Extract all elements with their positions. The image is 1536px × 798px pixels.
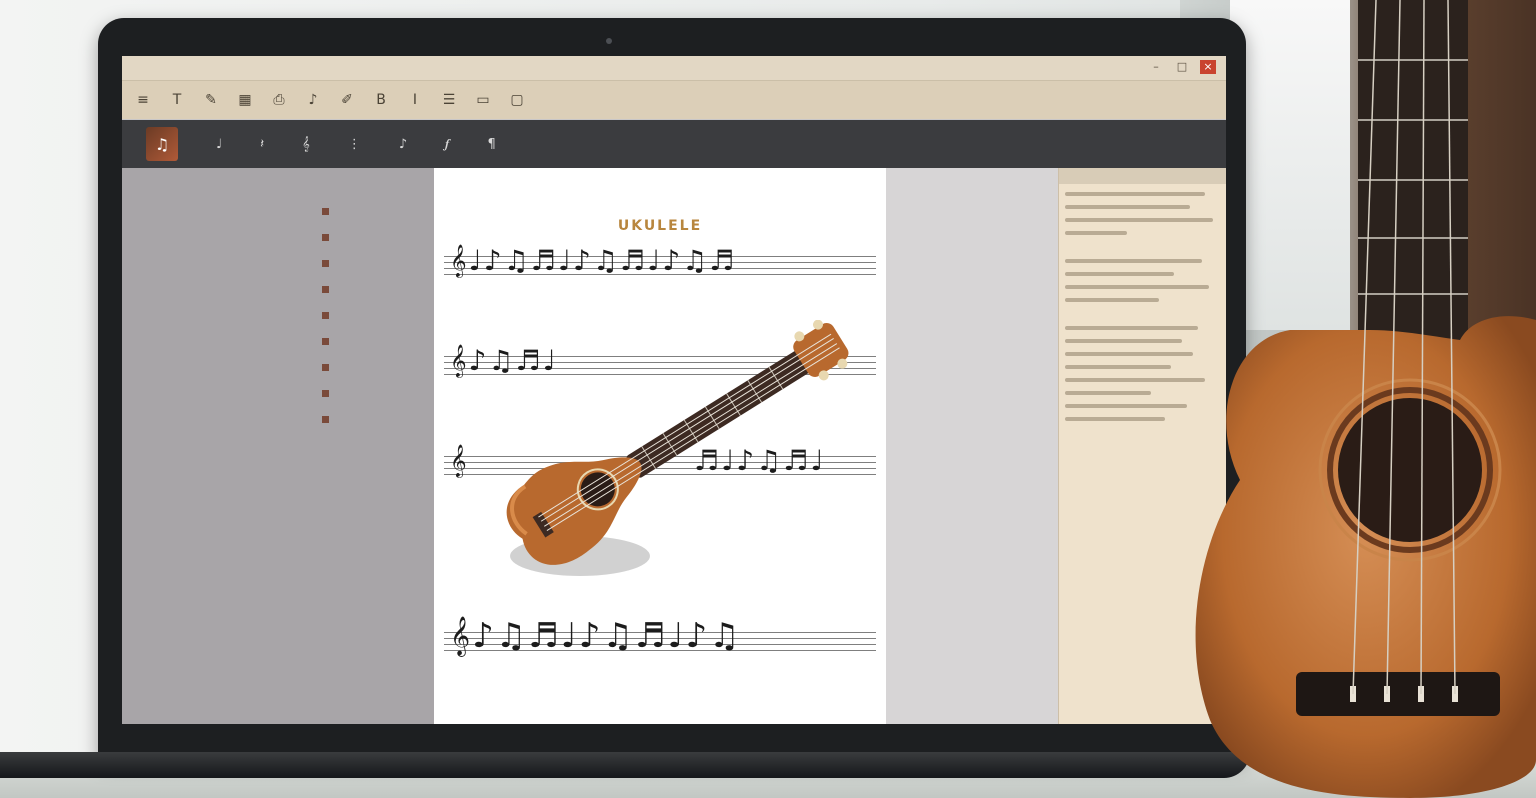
- rest-tool-icon[interactable]: 𝄽: [260, 137, 264, 152]
- chord-tool-icon[interactable]: ⋮: [348, 137, 361, 152]
- frame-icon[interactable]: ▢: [506, 89, 528, 111]
- minimize-button[interactable]: –: [1148, 60, 1164, 74]
- outline-item[interactable]: [322, 250, 422, 276]
- staff-line-4: 𝄞♪♫♬♩♪♫♬♩♪♫: [444, 616, 876, 656]
- outline-item[interactable]: [322, 302, 422, 328]
- outline-item[interactable]: [322, 354, 422, 380]
- pen-icon[interactable]: ✎: [200, 89, 222, 111]
- text-icon[interactable]: T: [166, 89, 188, 111]
- laptop-screen: – □ × ≡ T ✎ ▦ ⎙ ♪ ✐ B I ☰ ▭ ▢ ♫ ♩ 𝄽 𝄞 ⋮ …: [122, 56, 1226, 724]
- outline-item[interactable]: [322, 406, 422, 432]
- outline-item[interactable]: [322, 380, 422, 406]
- photo-scene: – □ × ≡ T ✎ ▦ ⎙ ♪ ✐ B I ☰ ▭ ▢ ♫ ♩ 𝄽 𝄞 ⋮ …: [0, 0, 1536, 798]
- align-icon[interactable]: ☰: [438, 89, 460, 111]
- main-toolbar: ≡ T ✎ ▦ ⎙ ♪ ✐ B I ☰ ▭ ▢: [122, 81, 1226, 119]
- foreground-ukulele: [1195, 0, 1536, 798]
- laptop-brand: [618, 736, 728, 750]
- clef-tool-icon[interactable]: 𝄞: [302, 137, 310, 152]
- lyrics-tool-icon[interactable]: ¶: [487, 137, 495, 152]
- laptop: – □ × ≡ T ✎ ▦ ⎙ ♪ ✐ B I ☰ ▭ ▢ ♫ ♩ 𝄽 𝄞 ⋮ …: [98, 18, 1246, 760]
- outline-list: [322, 198, 422, 432]
- tempo-tool-icon[interactable]: ♪: [399, 137, 407, 152]
- dynamics-tool-icon[interactable]: 𝆑: [445, 137, 449, 152]
- pencil-icon[interactable]: ✐: [336, 89, 358, 111]
- outline-panel: [122, 168, 434, 724]
- notation-toolbar: ♫ ♩ 𝄽 𝄞 ⋮ ♪ 𝆑 ¶: [122, 120, 1226, 168]
- app-logo: ♫: [146, 127, 178, 161]
- camera-dot: [606, 38, 612, 44]
- note-tool-icon[interactable]: ♩: [216, 137, 222, 152]
- outline-item[interactable]: [322, 276, 422, 302]
- menu-icon[interactable]: ≡: [132, 89, 154, 111]
- laptop-base: [0, 752, 1250, 778]
- bold-icon[interactable]: B: [370, 89, 392, 111]
- layout-icon[interactable]: ▭: [472, 89, 494, 111]
- italic-icon[interactable]: I: [404, 89, 426, 111]
- music-note-icon[interactable]: ♪: [302, 89, 324, 111]
- staff-line-1: 𝄞♩♪♫♬♩♪♫♬♩♪♫♬: [444, 244, 876, 280]
- window-titlebar: – □ ×: [122, 56, 1226, 81]
- table-icon[interactable]: ▦: [234, 89, 256, 111]
- outline-item[interactable]: [322, 198, 422, 224]
- ukulele-illustration: [506, 320, 849, 576]
- workspace-area: [886, 168, 1058, 724]
- outline-item[interactable]: [322, 328, 422, 354]
- page-heading: UKULELE: [617, 218, 703, 234]
- outline-item[interactable]: [322, 224, 422, 250]
- print-icon[interactable]: ⎙: [268, 89, 290, 111]
